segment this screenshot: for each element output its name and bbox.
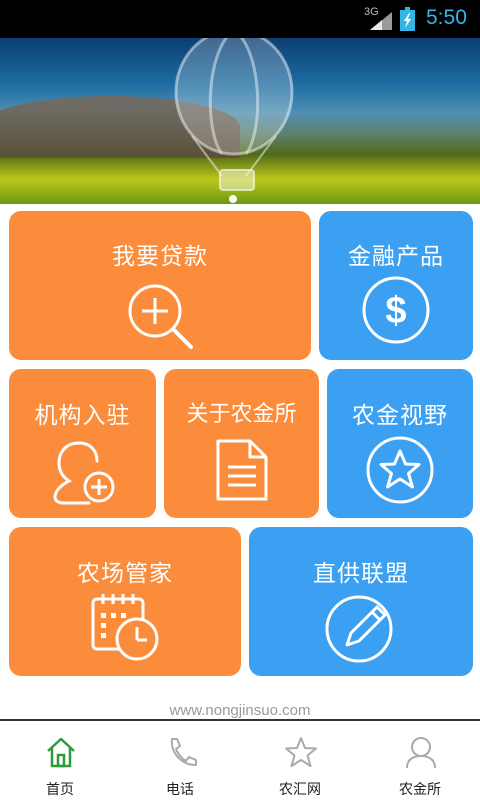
tile-financial-products[interactable]: 金融产品 $ — [319, 211, 473, 360]
zoom-in-icon — [128, 284, 193, 349]
tile-financial-products-label: 金融产品 — [348, 244, 444, 270]
clock: 5:50 — [426, 6, 467, 29]
tile-loan[interactable]: 我要贷款 — [9, 211, 311, 360]
nav-nongjinsuo[interactable]: 农金所 — [360, 721, 480, 800]
hot-air-balloon-icon — [174, 38, 294, 191]
nav-home[interactable]: 首页 — [0, 721, 120, 800]
document-icon — [216, 439, 268, 501]
phone-icon — [170, 738, 197, 767]
tile-loan-label: 我要贷款 — [112, 244, 208, 270]
star-icon — [285, 737, 317, 767]
nav-home-label: 首页 — [46, 782, 74, 798]
tile-direct-supply-label: 直供联盟 — [313, 561, 409, 587]
tile-institution-join-label: 机构入驻 — [34, 403, 131, 429]
tile-institution-join[interactable]: 机构入驻 — [9, 369, 156, 518]
nav-nonghui-label: 农汇网 — [279, 782, 321, 798]
calendar-clock-icon — [91, 594, 159, 661]
user-icon — [406, 737, 436, 769]
tile-vision-label: 农金视野 — [352, 403, 448, 429]
nav-phone-label: 电话 — [166, 782, 194, 798]
nav-phone[interactable]: 电话 — [120, 721, 240, 800]
banner-carousel[interactable] — [0, 38, 480, 204]
signal-icon — [370, 12, 392, 30]
add-user-icon — [53, 441, 115, 505]
dollar-icon: $ — [362, 276, 430, 344]
battery-charging-icon — [400, 7, 415, 31]
tile-about[interactable]: 关于农金所 — [164, 369, 319, 518]
banner-indicator — [229, 195, 237, 203]
tile-direct-supply[interactable]: 直供联盟 — [249, 527, 473, 676]
home-icon — [47, 737, 75, 768]
svg-text:$: $ — [385, 290, 406, 332]
tile-farm-manager[interactable]: 农场管家 — [9, 527, 241, 676]
bottom-nav: 首页 电话 农汇网 农金所 — [0, 721, 480, 800]
nav-nongjinsuo-label: 农金所 — [399, 782, 441, 798]
tile-farm-manager-label: 农场管家 — [77, 561, 173, 587]
pencil-icon — [325, 595, 393, 663]
status-bar: 3G 5:50 — [0, 0, 480, 38]
star-icon — [366, 436, 434, 504]
nav-nonghui[interactable]: 农汇网 — [240, 721, 360, 800]
website-url: www.nongjinsuo.com — [169, 702, 311, 719]
tile-vision[interactable]: 农金视野 — [327, 369, 473, 518]
tile-about-label: 关于农金所 — [186, 402, 297, 427]
